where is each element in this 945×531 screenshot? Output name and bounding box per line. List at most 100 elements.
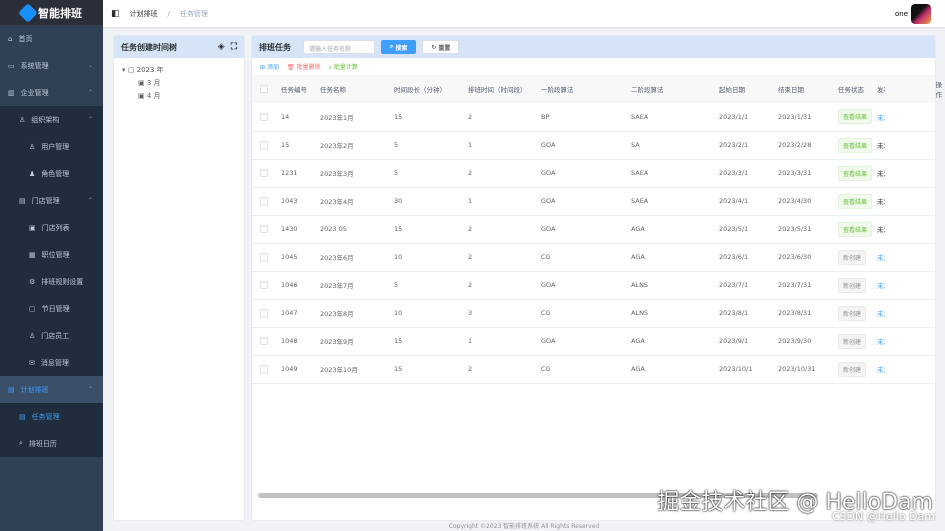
publish-cell[interactable]: 未发布 [877,131,885,160]
row-checkbox[interactable] [260,112,268,121]
row-select-cell [252,215,281,244]
row-select-cell [252,131,281,160]
table-cell: GOA [541,131,631,160]
status-badge[interactable]: 查看结果 [838,193,873,209]
publish-cell[interactable]: 未发布 [877,243,885,272]
row-select-cell [252,187,281,216]
sidebar-item-roles[interactable]: ♟ 角色管理 [0,160,103,187]
sidebar-item-label: 组织架构 [31,115,60,124]
table-row[interactable]: 14 2023年1月 15 2 BP SAEA 2023/1/1 2023/1/31 查看结果未… [252,103,935,132]
search-input[interactable]: 请输入任务名称 [303,40,375,54]
table-row[interactable]: 1231 2023年3月 5 2 GOA SAEA 2023/3/1 2023/3/31 查看结… [252,159,935,188]
sidebar-item-schedule[interactable]: ⌕ 排班日历 [0,430,103,457]
table-cell: 2023年2月 [320,131,394,160]
row-checkbox[interactable] [260,169,268,177]
search-icon: ⌕ [390,43,394,50]
add-button[interactable]: ⊞ 添加 [260,62,279,72]
table-cell: 2023年9月 [320,327,394,356]
table-cell: 2023 05 [320,215,394,244]
status-badge[interactable]: 新创建 [838,305,867,321]
sidebar-item-system[interactable]: ▭ 系统管理 ⌄ [0,52,103,79]
user-menu[interactable]: one [895,4,931,24]
table-cell: 3 [468,299,541,328]
publish-cell[interactable]: 未发布 [877,103,885,132]
logo[interactable]: 智能排班 [0,0,103,25]
row-checkbox[interactable] [260,365,268,373]
breadcrumb-item[interactable]: 计划排班 [130,9,158,19]
spacer [885,131,935,160]
sidebar-item-rules[interactable]: ⚙ 排班规则设置 [0,268,103,295]
publish-cell[interactable]: 未发布 [877,215,885,244]
row-checkbox[interactable] [260,225,268,233]
table-row[interactable]: 1043 2023年4月 30 1 GOA SAEA 2023/4/1 2023/4/30 查看… [252,187,935,216]
sidebar-item-label: 消息管理 [40,358,69,367]
table-row[interactable]: 152023年2月51GOASA2023/2/12023/2/28查看结果未发布… [252,131,935,160]
table-cell: 2023年6月 [320,243,394,272]
sidebar-item-plan[interactable]: ▤ 计划排班 ⌃ [0,376,103,403]
table-cell: 2023年8月 [320,299,394,328]
table-row[interactable]: 1049 2023年10月 15 2 CG AGA 2023/10/1 2023/10/31 新… [252,355,935,384]
sidebar-item-store-list[interactable]: ▣ 门店列表 [0,214,103,241]
table-cell: 2 [468,243,541,272]
breadcrumb-separator: / [167,9,170,18]
row-checkbox[interactable] [260,309,268,317]
layers-icon[interactable]: ◈ [218,42,225,52]
publish-cell[interactable]: 未发布 [877,159,885,188]
publish-cell[interactable]: 未发布 [877,271,885,300]
batch-delete-button[interactable]: 🗑 批量删除 [287,62,321,72]
search-button[interactable]: ⌕ 搜索 [381,40,417,54]
sidebar-item-store[interactable]: ▤ 门店管理 ⌃ [0,187,103,214]
row-checkbox[interactable] [260,281,268,289]
row-select-cell [252,271,281,300]
menu-toggle-icon[interactable]: ◧ [111,9,120,19]
table-cell: 2023/2/1 [719,131,778,160]
row-checkbox[interactable] [260,141,268,149]
status-badge[interactable]: 新创建 [838,333,867,349]
status-badge[interactable]: 新创建 [838,249,867,265]
table-row[interactable]: 1046 2023年7月 5 2 GOA ALNS 2023/7/1 2023/7/31 新创建… [252,271,935,300]
sidebar-item-label: 企业管理 [20,88,49,97]
table-cell: 2023/6/1 [719,243,778,272]
tree-node-month[interactable]: ▣ 4 月 [122,90,236,103]
tree-node-month[interactable]: ▣ 3 月 [122,77,236,90]
sidebar-item-staff[interactable]: ♙ 门店员工 [0,322,103,349]
chevron-up-icon: ⌃ [87,386,93,393]
publish-cell[interactable]: 未发布 [877,327,885,356]
batch-compute-label: 批量计算 [333,64,358,71]
publish-cell[interactable]: 未发布 [877,355,885,384]
table-row[interactable]: 1047 2023年8月 10 3 CG ALNS 2023/8/1 2023/8/31 新创建… [252,299,935,328]
status-badge[interactable]: 新创建 [838,277,867,293]
row-checkbox[interactable] [260,253,268,261]
publish-cell[interactable]: 未发布 [877,299,885,328]
batch-compute-button[interactable]: ⌕ 批量计算 [329,62,358,72]
table-row[interactable]: 1045 2023年6月 10 2 CG AGA 2023/6/1 2023/6/30 新创建未… [252,243,935,272]
column-header: 发布 [877,75,885,103]
table-cell: 2023/10/1 [719,355,778,384]
select-all-checkbox[interactable] [260,85,268,93]
sidebar-item-enterprise[interactable]: ▥ 企业管理 ⌃ [0,79,103,106]
row-checkbox[interactable] [260,337,268,345]
table-row[interactable]: 1048 2023年9月 15 1 GOA AGA 2023/9/1 2023/9/30 新创建… [252,327,935,356]
fullscreen-icon[interactable]: ⛶ [231,42,237,52]
sidebar-item-tasks[interactable]: ▤ 任务管理 [0,403,103,430]
column-header: 一阶段算法 [541,75,631,103]
chevron-up-icon: ⌃ [87,197,93,204]
caret-icon: ▾ [122,66,126,74]
status-badge[interactable]: 查看结果 [838,221,873,237]
sidebar-item-positions[interactable]: ▦ 职位管理 [0,241,103,268]
table-row[interactable]: 1430 2023 05 15 2 GOA AGA 2023/5/1 2023/5/31 查看结… [252,215,935,244]
status-badge[interactable]: 查看结果 [838,137,873,153]
sidebar-item-holidays[interactable]: ▢ 节日管理 [0,295,103,322]
logo-text: 智能排班 [38,6,82,20]
publish-cell[interactable]: 未发布 [877,187,885,216]
sidebar-item-messages[interactable]: ✉ 消息管理 [0,349,103,376]
sidebar-item-users[interactable]: ♙ 用户管理 [0,133,103,160]
reset-button[interactable]: ↻ 重置 [422,40,460,54]
status-badge[interactable]: 查看结果 [838,109,873,125]
status-badge[interactable]: 查看结果 [838,165,873,181]
sidebar-item-home[interactable]: ⌂ 首页 [0,25,103,52]
status-badge[interactable]: 新创建 [838,361,867,377]
sidebar-item-org[interactable]: ♙ 组织架构 ⌃ [0,106,103,133]
row-checkbox[interactable] [260,197,268,205]
tree-node-year[interactable]: ▾ ▢ 2023 年 [122,64,236,77]
